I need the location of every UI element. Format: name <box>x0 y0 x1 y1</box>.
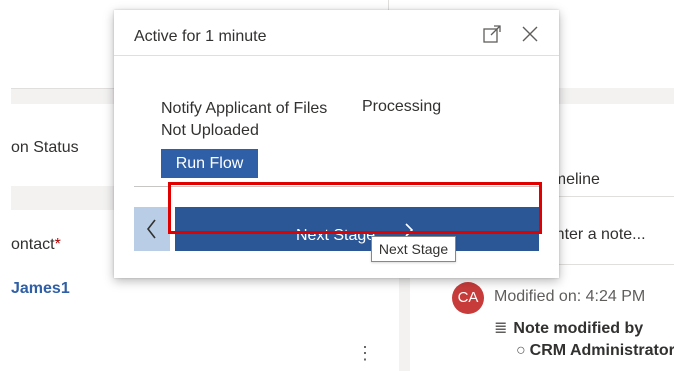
status-field-label: on Status <box>11 139 79 156</box>
flyout-title: Active for 1 minute <box>134 28 267 45</box>
tooltip: Next Stage <box>371 236 456 262</box>
chevron-left-icon <box>146 219 156 239</box>
close-icon[interactable] <box>518 22 542 46</box>
step-label: Notify Applicant of Files Not Uploaded <box>161 100 328 139</box>
stage-flyout: Active for 1 minute Notify Applicant of … <box>114 10 559 278</box>
expand-icon[interactable] <box>480 22 504 46</box>
note-input[interactable]: Enter a note... <box>545 226 646 244</box>
next-stage-button[interactable]: Next Stage <box>175 207 539 251</box>
required-marker: * <box>54 236 61 253</box>
next-stage-label: Next Stage <box>296 227 376 244</box>
back-button[interactable] <box>134 207 170 251</box>
flyout-header: Active for 1 minute <box>114 10 559 56</box>
note-author: ○ CRM Administrator <box>516 342 674 359</box>
note-title: ≣ Note modified by <box>494 320 644 337</box>
note-icon: ≣ <box>494 320 508 337</box>
step-status-label: Processing <box>362 98 442 115</box>
person-icon: ○ <box>516 342 526 359</box>
contact-link[interactable]: James1 <box>11 280 70 298</box>
divider <box>134 186 539 187</box>
modified-text: Modified on: 4:24 PM <box>494 288 646 305</box>
run-flow-button[interactable]: Run Flow <box>161 149 258 178</box>
avatar: CA <box>452 282 484 314</box>
contact-field-label: ontact* <box>11 236 61 253</box>
more-options-icon[interactable]: ⋮ <box>356 343 374 364</box>
